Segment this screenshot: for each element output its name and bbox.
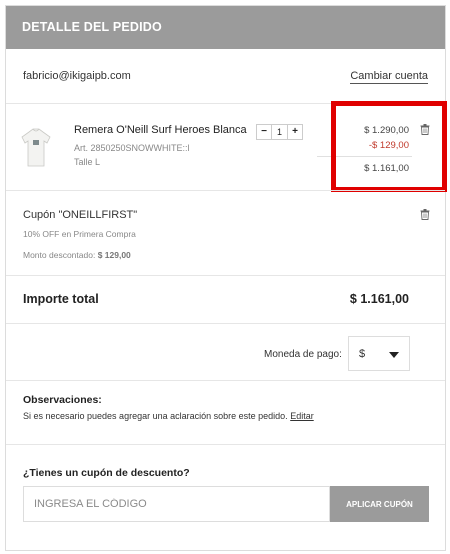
coupon-code-input[interactable] <box>23 486 330 522</box>
currency-select[interactable]: $ <box>348 336 410 371</box>
coupon-description: 10% OFF en Primera Compra <box>23 229 136 239</box>
total-value: $ 1.161,00 <box>349 292 409 306</box>
quantity-value[interactable]: 1 <box>271 125 288 139</box>
decrement-button[interactable]: − <box>257 125 271 139</box>
product-name[interactable]: Remera O'Neill Surf Heroes Blanca <box>74 124 247 136</box>
observations-description: Si es necesario puedes agregar una aclar… <box>23 411 288 421</box>
t-shirt-icon <box>21 128 51 167</box>
coupon-amount-label: Monto descontado: <box>23 250 96 260</box>
product-size: Talle L <box>74 157 101 167</box>
coupon-amount-value: $ 129,00 <box>97 250 131 260</box>
order-detail-panel: DETALLE DEL PEDIDO fabricio@ikigaipb.com… <box>5 5 447 551</box>
quantity-stepper: − 1 + <box>256 124 303 140</box>
observations-text: Si es necesario puedes agregar una aclar… <box>23 411 314 421</box>
caret-down-icon <box>389 352 399 358</box>
product-article: Art. 2850250SNOWWHITE::l <box>74 143 190 153</box>
currency-label: Moneda de pago: <box>264 349 342 360</box>
observations-title: Observaciones: <box>23 394 102 406</box>
divider <box>6 323 445 324</box>
account-email: fabricio@ikigaipb.com <box>23 70 131 82</box>
coupon-amount: Monto descontado: $ 129,00 <box>23 250 131 260</box>
trash-icon[interactable] <box>420 209 430 220</box>
divider <box>6 444 445 445</box>
edit-observations-link[interactable]: Editar <box>290 411 314 421</box>
divider <box>6 190 445 191</box>
currency-value: $ <box>359 348 366 360</box>
divider <box>6 275 445 276</box>
panel-title: DETALLE DEL PEDIDO <box>22 20 162 34</box>
divider <box>6 380 445 381</box>
coupon-title: Cupón "ONEILLFIRST" <box>23 209 138 221</box>
increment-button[interactable]: + <box>288 125 302 139</box>
coupon-question: ¿Tienes un cupón de descuento? <box>23 467 190 479</box>
panel-header: DETALLE DEL PEDIDO <box>6 6 445 49</box>
total-label: Importe total <box>23 292 99 306</box>
apply-coupon-button[interactable]: APLICAR CUPÓN <box>330 486 429 522</box>
price-highlight-box <box>331 101 447 192</box>
change-account-link[interactable]: Cambiar cuenta <box>350 70 428 84</box>
